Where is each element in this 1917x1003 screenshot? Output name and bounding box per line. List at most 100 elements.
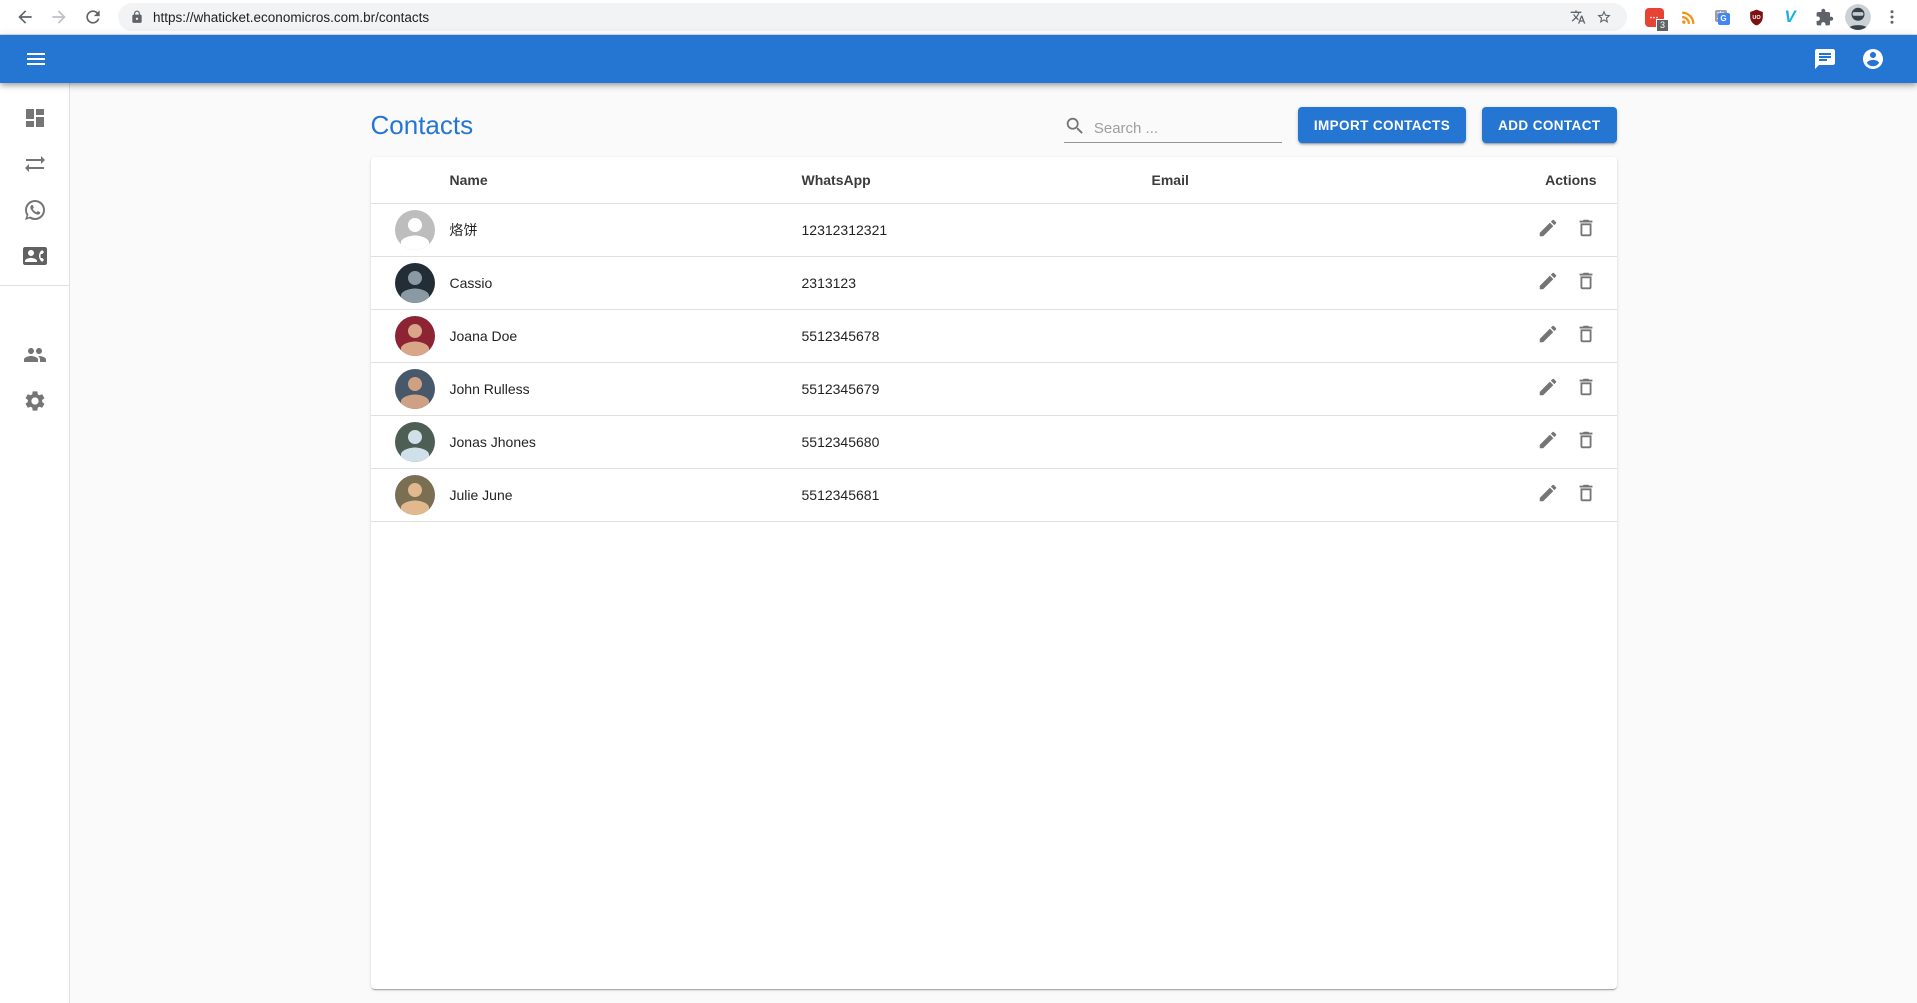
contacts-card-icon <box>23 244 47 268</box>
contact-email <box>1152 256 1452 309</box>
sidebar-item-users[interactable] <box>12 332 58 378</box>
delete-contact-button[interactable] <box>1569 425 1603 459</box>
sidebar <box>0 83 70 1003</box>
main-content: Contacts IMPORT CONTACTS ADD CONTACT <box>70 83 1917 1003</box>
contact-whatsapp: 2313123 <box>802 256 1152 309</box>
app-bar <box>0 35 1917 83</box>
contact-email <box>1152 362 1452 415</box>
contact-name: John Rulless <box>450 362 802 415</box>
table-row: Joana Doe 5512345678 <box>371 309 1617 362</box>
settings-gear-icon <box>23 389 47 413</box>
svg-text:UO: UO <box>1752 15 1761 21</box>
lock-icon <box>130 10 144 24</box>
contact-name: Jonas Jhones <box>450 415 802 468</box>
header-actions: Actions <box>1452 157 1617 203</box>
edit-contact-button[interactable] <box>1531 425 1565 459</box>
person-icon <box>395 210 435 250</box>
people-icon <box>23 343 47 367</box>
add-contact-button[interactable]: ADD CONTACT <box>1482 107 1616 143</box>
import-contacts-button[interactable]: IMPORT CONTACTS <box>1298 107 1466 143</box>
search-icon <box>1064 115 1086 137</box>
browser-toolbar: https://whaticket.economicros.com.br/con… <box>0 0 1917 35</box>
menu-icon[interactable] <box>16 39 56 79</box>
ublock-origin-icon[interactable]: UO <box>1739 2 1773 32</box>
contact-name: Joana Doe <box>450 309 802 362</box>
url-text: https://whaticket.economicros.com.br/con… <box>153 10 1565 25</box>
address-bar[interactable]: https://whaticket.economicros.com.br/con… <box>118 3 1627 31</box>
sidebar-item-dashboard[interactable] <box>12 95 58 141</box>
edit-pencil-icon <box>1537 482 1559 504</box>
notification-red-icon[interactable]: ⋯ 3 <box>1637 2 1671 32</box>
person-icon <box>395 263 435 303</box>
delete-trash-icon <box>1575 270 1597 292</box>
contact-name: 烙饼 <box>450 203 802 256</box>
chat-icon[interactable] <box>1805 39 1845 79</box>
delete-trash-icon <box>1575 376 1597 398</box>
sidebar-item-settings[interactable] <box>12 378 58 424</box>
sidebar-item-tickets[interactable] <box>12 187 58 233</box>
whatsapp-icon <box>23 198 47 222</box>
contact-email <box>1152 415 1452 468</box>
contact-whatsapp: 5512345681 <box>802 468 1152 521</box>
rss-icon[interactable] <box>1671 2 1705 32</box>
edit-contact-button[interactable] <box>1531 372 1565 406</box>
delete-trash-icon <box>1575 217 1597 239</box>
search-input[interactable] <box>1094 120 1282 137</box>
contact-whatsapp: 5512345680 <box>802 415 1152 468</box>
avatar <box>395 475 435 515</box>
contacts-table: Name WhatsApp Email Actions <box>371 157 1617 522</box>
avatar <box>395 422 435 462</box>
bookmark-star-icon[interactable] <box>1591 4 1617 30</box>
edit-contact-button[interactable] <box>1531 319 1565 353</box>
contact-whatsapp: 5512345678 <box>802 309 1152 362</box>
edit-pencil-icon <box>1537 270 1559 292</box>
table-row: Jonas Jhones 5512345680 <box>371 415 1617 468</box>
extensions-area: ⋯ 3 文 G UO V <box>1637 2 1909 32</box>
page-title: Contacts <box>371 110 474 141</box>
translate-page-icon[interactable] <box>1565 4 1591 30</box>
delete-contact-button[interactable] <box>1569 266 1603 300</box>
delete-trash-icon <box>1575 323 1597 345</box>
edit-contact-button[interactable] <box>1531 213 1565 247</box>
person-icon <box>395 422 435 462</box>
contact-whatsapp: 12312312321 <box>802 203 1152 256</box>
edit-pencil-icon <box>1537 429 1559 451</box>
delete-contact-button[interactable] <box>1569 372 1603 406</box>
google-translate-extension-icon[interactable]: 文 G <box>1705 2 1739 32</box>
edit-contact-button[interactable] <box>1531 266 1565 300</box>
contact-name: Cassio <box>450 256 802 309</box>
browser-profile-avatar[interactable] <box>1841 2 1875 32</box>
browser-forward-button[interactable] <box>42 2 76 32</box>
browser-reload-button[interactable] <box>76 2 110 32</box>
delete-contact-button[interactable] <box>1569 213 1603 247</box>
header-avatar <box>371 157 450 203</box>
edit-pencil-icon <box>1537 376 1559 398</box>
sidebar-item-connections[interactable] <box>12 141 58 187</box>
edit-pencil-icon <box>1537 217 1559 239</box>
dashboard-icon <box>23 106 47 130</box>
delete-trash-icon <box>1575 482 1597 504</box>
delete-trash-icon <box>1575 429 1597 451</box>
contact-email <box>1152 468 1452 521</box>
delete-contact-button[interactable] <box>1569 319 1603 353</box>
person-icon <box>395 475 435 515</box>
connections-sync-icon <box>23 152 47 176</box>
account-circle-icon[interactable] <box>1853 39 1893 79</box>
puzzle-extensions-icon[interactable] <box>1807 2 1841 32</box>
delete-contact-button[interactable] <box>1569 478 1603 512</box>
header-whatsapp: WhatsApp <box>802 157 1152 203</box>
edit-contact-button[interactable] <box>1531 478 1565 512</box>
avatar <box>395 263 435 303</box>
avatar <box>395 316 435 356</box>
contact-email <box>1152 309 1452 362</box>
browser-back-button[interactable] <box>8 2 42 32</box>
browser-menu-icon[interactable] <box>1875 2 1909 32</box>
table-row: John Rulless 5512345679 <box>371 362 1617 415</box>
sidebar-item-contacts[interactable] <box>12 233 58 279</box>
vimeo-icon[interactable]: V <box>1773 2 1807 32</box>
edit-pencil-icon <box>1537 323 1559 345</box>
contact-name: Julie June <box>450 468 802 521</box>
extension-badge: 3 <box>1656 19 1669 32</box>
person-icon <box>395 369 435 409</box>
sidebar-divider <box>0 285 70 286</box>
